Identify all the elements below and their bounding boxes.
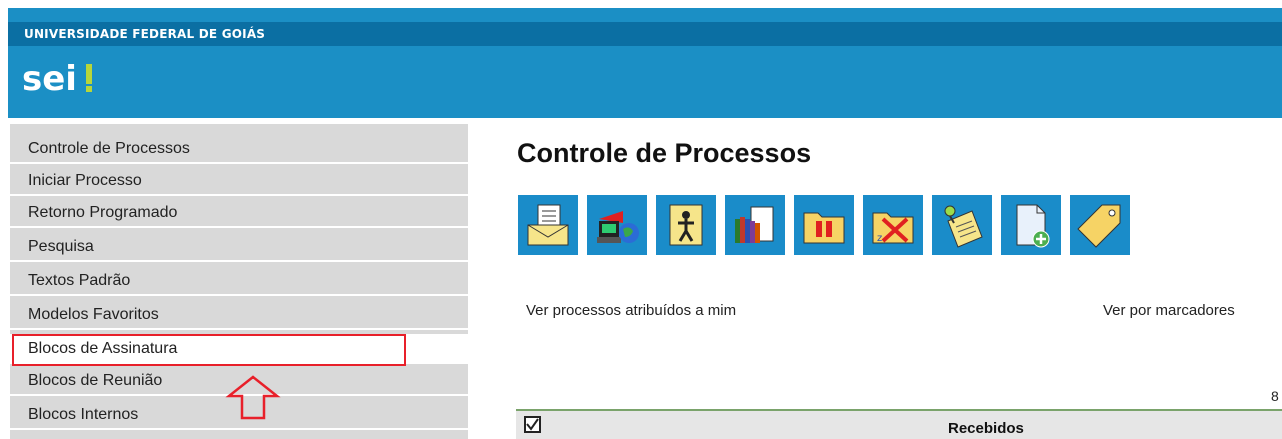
books-document-icon[interactable] bbox=[725, 195, 785, 255]
sidebar-item-controle-de-processos[interactable]: Controle de Processos bbox=[10, 134, 468, 164]
pause-folder-icon[interactable] bbox=[794, 195, 854, 255]
top-margin bbox=[0, 0, 1282, 8]
link-assigned-processes[interactable]: Ver processos atribuídos a mim bbox=[526, 302, 736, 319]
sidebar-item-label: Textos Padrão bbox=[28, 272, 131, 289]
sidebar-item-modelos-favoritos[interactable]: Modelos Favoritos bbox=[10, 300, 468, 330]
sidebar-item-label: Iniciar Processo bbox=[28, 172, 142, 189]
sidebar-item-label: Blocos de Reunião bbox=[28, 372, 163, 389]
link-by-markers[interactable]: Ver por marcadores bbox=[1103, 302, 1235, 319]
sidebar-item-retorno-programado[interactable]: Retorno Programado bbox=[10, 198, 468, 228]
sidebar-item-label: Controle de Processos bbox=[28, 140, 190, 157]
table-header-received: Recebidos bbox=[516, 409, 1282, 439]
sidebar-item-label: Pesquisa bbox=[28, 238, 94, 255]
svg-text:sei: sei bbox=[22, 59, 77, 99]
envelope-document-icon[interactable] bbox=[518, 195, 578, 255]
sidebar-item-textos-padrao[interactable]: Textos Padrão bbox=[10, 266, 468, 296]
cancel-folder-icon[interactable]: z bbox=[863, 195, 923, 255]
highlight-annotation-box bbox=[12, 334, 406, 366]
new-document-icon[interactable] bbox=[1001, 195, 1061, 255]
tag-icon[interactable] bbox=[1070, 195, 1130, 255]
person-folder-icon[interactable] bbox=[656, 195, 716, 255]
university-name: UNIVERSIDADE FEDERAL DE GOIÁS bbox=[24, 27, 266, 41]
sidebar-item-iniciar-processo[interactable]: Iniciar Processo bbox=[10, 166, 468, 196]
sidebar-item-label: Retorno Programado bbox=[28, 204, 178, 221]
computer-globe-icon[interactable] bbox=[587, 195, 647, 255]
page-title: Controle de Processos bbox=[517, 138, 812, 168]
sidebar-item-label: Blocos Internos bbox=[28, 406, 139, 423]
pinned-note-icon[interactable] bbox=[932, 195, 992, 255]
svg-text:z: z bbox=[877, 233, 882, 244]
sei-logo[interactable]: sei bbox=[20, 52, 110, 102]
sidebar-item-pesquisa[interactable]: Pesquisa bbox=[10, 232, 468, 262]
process-count: 8 bbox=[1271, 388, 1279, 404]
up-arrow-annotation-icon bbox=[225, 375, 281, 420]
received-header: Recebidos bbox=[948, 420, 1024, 437]
select-all-checkbox[interactable] bbox=[524, 416, 541, 433]
app-header: UNIVERSIDADE FEDERAL DE GOIÁS sei bbox=[8, 8, 1282, 118]
sidebar-item-label: Modelos Favoritos bbox=[28, 306, 159, 323]
